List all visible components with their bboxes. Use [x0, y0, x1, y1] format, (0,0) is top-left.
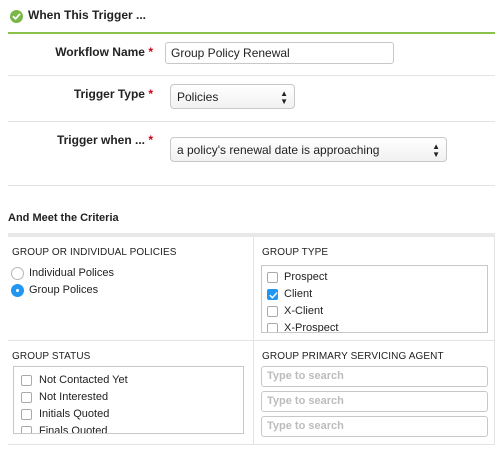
required-marker: * — [148, 133, 153, 147]
trigger-when-label: Trigger when ... * — [56, 133, 153, 147]
primary-agent-search-1[interactable]: Type to search — [261, 366, 488, 387]
section-header: When This Trigger ... — [0, 0, 495, 34]
group-or-individual-title: GROUP OR INDIVIDUAL POLICIES — [12, 247, 177, 258]
trigger-when-select[interactable]: a policy's renewal date is approaching ▲… — [170, 137, 447, 162]
group-status-title: GROUP STATUS — [12, 351, 91, 362]
group-type-listbox[interactable]: Prospect Client X-Client X-Prospect — [261, 265, 488, 333]
checkbox-label: Prospect — [284, 271, 328, 283]
checkbox-not-interested[interactable] — [21, 392, 32, 403]
search-placeholder: Type to search — [267, 370, 344, 382]
checkbox-finals-quoted[interactable] — [21, 426, 32, 433]
updown-arrows-icon: ▲ ▼ — [280, 89, 288, 106]
trigger-type-label: Trigger Type * — [73, 87, 153, 101]
primary-agent-search-3[interactable]: Type to search — [261, 416, 488, 437]
trigger-type-value: Policies — [177, 90, 219, 104]
primary-agent-search-2[interactable]: Type to search — [261, 391, 488, 412]
row-divider — [8, 185, 495, 186]
search-placeholder: Type to search — [267, 395, 344, 407]
criteria-title: And Meet the Criteria — [8, 212, 119, 224]
primary-agent-title: GROUP PRIMARY SERVICING AGENT — [262, 351, 444, 362]
check-circle-icon — [10, 10, 23, 23]
checkbox-label: Finals Quoted — [39, 425, 108, 434]
checkbox-label: Not Interested — [39, 391, 109, 403]
checkbox-x-client[interactable] — [267, 306, 278, 317]
group-status-cell: GROUP STATUS Not Contacted Yet Not Inter… — [8, 341, 254, 445]
group-type-title: GROUP TYPE — [262, 247, 329, 258]
checkbox-label: X-Prospect — [284, 322, 339, 333]
trigger-when-value: a policy's renewal date is approaching — [177, 143, 380, 157]
checkbox-prospect[interactable] — [267, 272, 278, 283]
checkbox-not-contacted-yet[interactable] — [21, 375, 32, 386]
radio-label: Individual Polices — [29, 267, 114, 279]
radio-individual-polices[interactable] — [11, 267, 24, 280]
updown-arrows-icon: ▲ ▼ — [432, 142, 440, 159]
checkbox-label: Not Contacted Yet — [39, 374, 128, 386]
radio-group-polices[interactable] — [11, 284, 24, 297]
workflow-name-row: Workflow Name * — [8, 34, 495, 76]
group-status-listbox[interactable]: Not Contacted Yet Not Interested Initial… — [13, 366, 244, 434]
checkbox-label: Initials Quoted — [39, 408, 110, 420]
radio-label: Group Polices — [29, 284, 99, 296]
search-placeholder: Type to search — [267, 420, 344, 432]
checkbox-client[interactable] — [267, 289, 278, 300]
group-or-individual-cell: GROUP OR INDIVIDUAL POLICIES Individual … — [8, 237, 254, 341]
checkbox-x-prospect[interactable] — [267, 323, 278, 332]
trigger-type-select[interactable]: Policies ▲ ▼ — [170, 84, 295, 109]
checkbox-label: Client — [284, 288, 313, 300]
required-marker: * — [148, 45, 153, 59]
primary-agent-cell: GROUP PRIMARY SERVICING AGENT Type to se… — [254, 341, 495, 445]
group-type-cell: GROUP TYPE Prospect Client X-Client X-Pr… — [254, 237, 495, 341]
checkmark-icon — [269, 292, 278, 299]
trigger-type-row: Trigger Type * Policies ▲ ▼ — [8, 76, 495, 122]
required-marker: * — [148, 87, 153, 101]
checkbox-initials-quoted[interactable] — [21, 409, 32, 420]
criteria-grid: GROUP OR INDIVIDUAL POLICIES Individual … — [8, 233, 495, 452]
checkbox-label: X-Client — [284, 305, 324, 317]
workflow-name-input[interactable] — [165, 42, 394, 64]
workflow-name-label: Workflow Name * — [55, 45, 153, 59]
section-title: When This Trigger ... — [28, 8, 147, 22]
trigger-when-row: Trigger when ... * a policy's renewal da… — [8, 122, 495, 186]
